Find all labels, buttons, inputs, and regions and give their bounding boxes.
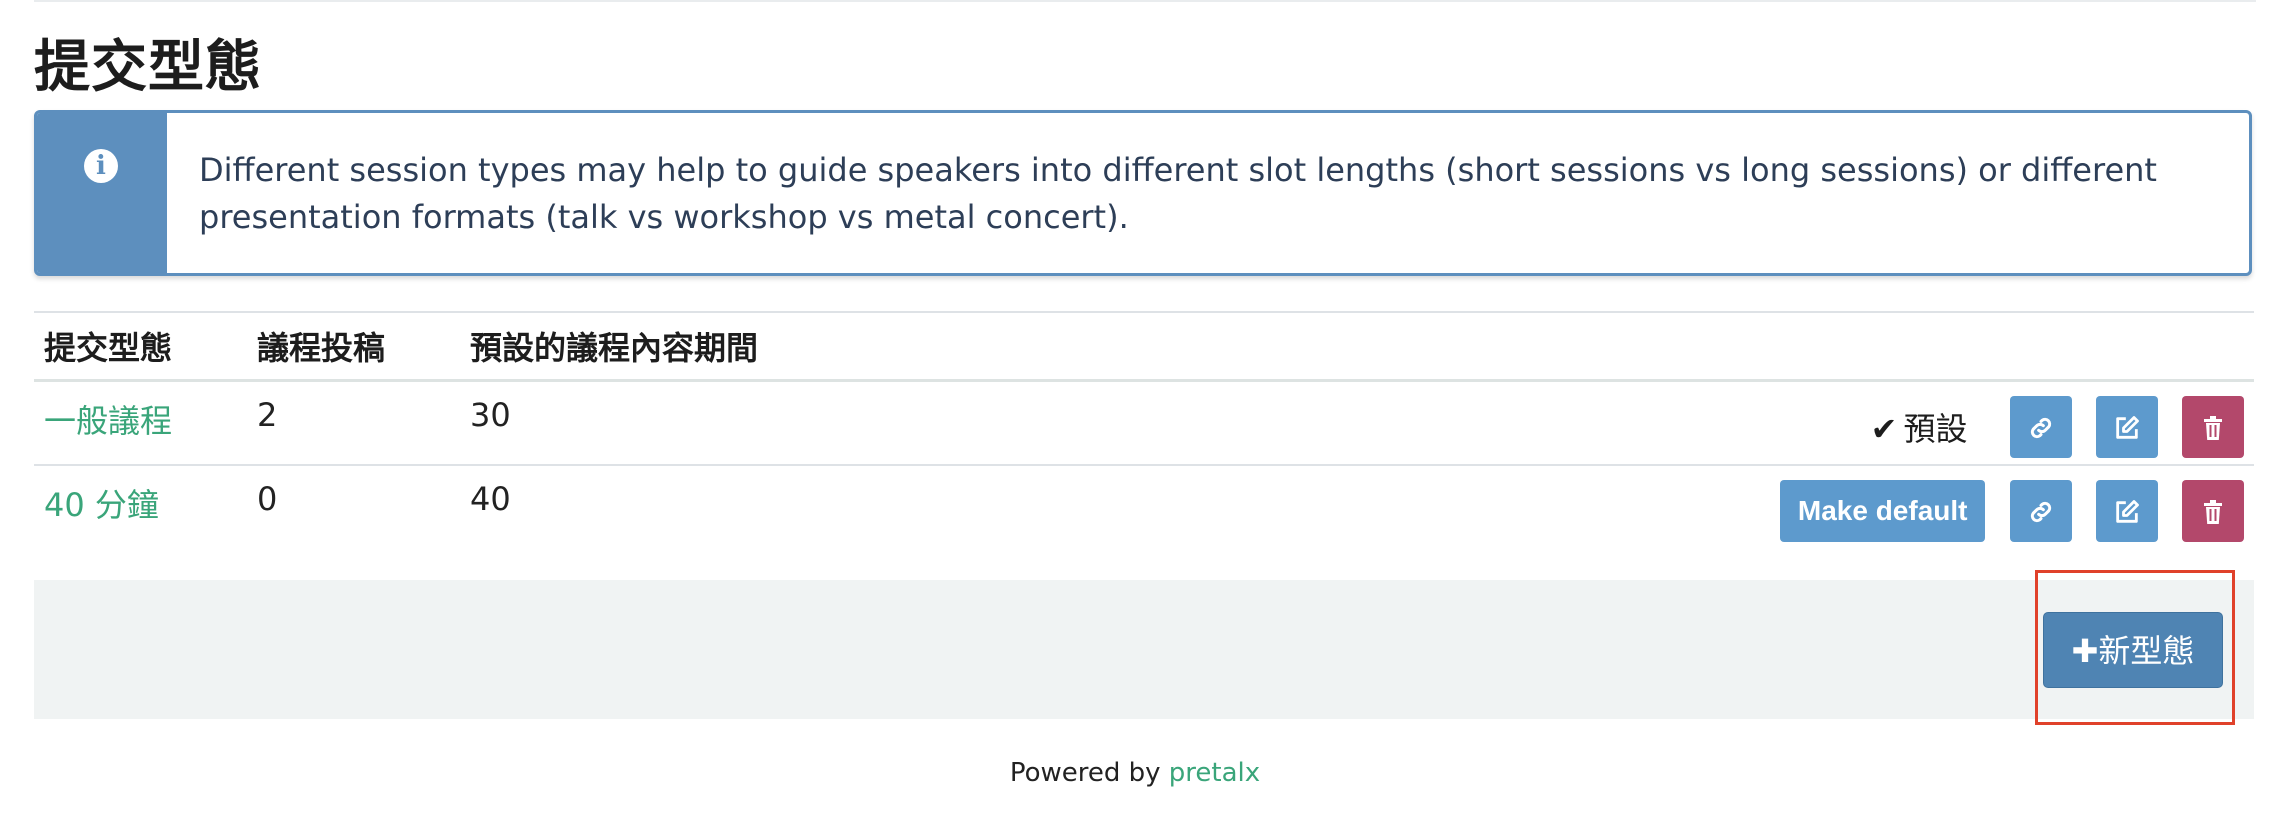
copy-link-button[interactable] — [2009, 396, 2072, 458]
table-row: 40 分鐘 0 40 Make default — [34, 465, 2254, 549]
type-name-link[interactable]: 40 分鐘 — [44, 486, 159, 524]
row-actions: Make default — [1080, 465, 2254, 549]
column-header-type: 提交型態 — [34, 311, 247, 382]
plus-icon: ✚ — [2071, 632, 2099, 670]
default-label-text: 預設 — [1903, 410, 1968, 448]
new-type-button[interactable]: ✚新型態 — [2043, 612, 2223, 688]
table-header-row: 提交型態 議程投稿 預設的議程內容期間 — [34, 311, 2254, 382]
info-alert: i Different session types may help to gu… — [34, 110, 2252, 276]
edit-icon — [2116, 416, 2139, 439]
powered-by-footer: Powered by pretalx — [0, 758, 2270, 788]
make-default-button[interactable]: Make default — [1779, 479, 1986, 542]
edit-button[interactable] — [2095, 396, 2158, 458]
alert-text: Different session types may help to guid… — [199, 151, 2157, 236]
column-header-duration: 預設的議程內容期間 — [460, 311, 1080, 382]
row-actions: ✔ 預設 — [1080, 380, 2254, 466]
trash-icon — [2204, 499, 2222, 524]
page-title: 提交型態 — [34, 35, 262, 100]
link-icon — [2030, 501, 2051, 522]
top-divider — [34, 0, 2256, 2]
duration-value: 30 — [460, 380, 1080, 466]
session-types-table: 提交型態 議程投稿 預設的議程內容期間 一般議程 2 30 ✔ 預設 40 分鐘… — [34, 311, 2254, 549]
edit-button[interactable] — [2095, 479, 2158, 542]
delete-button[interactable] — [2182, 479, 2244, 542]
default-badge: ✔ 預設 — [1871, 404, 1968, 450]
type-name-cell: 一般議程 — [34, 380, 247, 466]
form-actions-bar — [34, 580, 2254, 719]
info-icon: i — [84, 149, 118, 183]
copy-link-button[interactable] — [2009, 479, 2072, 542]
edit-icon — [2116, 499, 2139, 523]
submissions-count: 2 — [247, 380, 460, 466]
alert-icon-column: i — [37, 113, 167, 273]
powered-by-text: Powered by — [1009, 758, 1161, 788]
submissions-count: 0 — [257, 479, 278, 518]
type-name-cell: 40 分鐘 — [34, 465, 247, 549]
check-icon: ✔ — [1870, 410, 1898, 448]
trash-icon — [2204, 416, 2222, 440]
column-header-actions — [1080, 311, 2254, 382]
duration-value: 40 — [470, 479, 511, 518]
type-name-link[interactable]: 一般議程 — [44, 402, 172, 440]
column-header-submissions: 議程投稿 — [247, 311, 460, 382]
pretalx-link[interactable]: pretalx — [1169, 758, 1260, 788]
delete-button[interactable] — [2182, 396, 2244, 458]
new-type-label: 新型態 — [2098, 632, 2195, 670]
link-icon — [2030, 417, 2051, 439]
table-row: 一般議程 2 30 ✔ 預設 — [34, 380, 2254, 466]
